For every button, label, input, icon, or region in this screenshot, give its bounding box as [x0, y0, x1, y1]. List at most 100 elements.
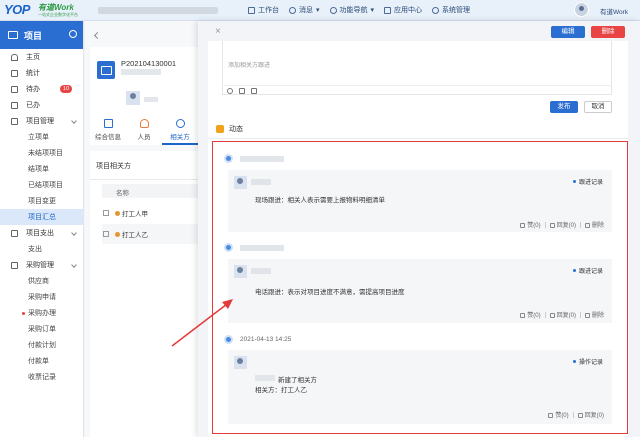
sidebar-item-suppliers[interactable]: 供应商: [0, 273, 83, 289]
nav-app-center[interactable]: 应用中心: [384, 5, 422, 15]
publish-button[interactable]: 发布: [550, 101, 578, 113]
author-avatar: [234, 356, 247, 369]
sidebar-item-expense[interactable]: 支出: [0, 241, 83, 257]
table-row[interactable]: 打工人甲: [102, 203, 198, 223]
logo-tagline: 一站式企业数字化平台: [38, 12, 78, 17]
sidebar-item-purchase-request[interactable]: 采购申请: [0, 289, 83, 305]
cancel-button[interactable]: 取消: [584, 101, 612, 113]
activity-card: 跟进记录 现场跟进：相关人表示需要上报物料明细清单 赞(0) 回复(0) 删除: [228, 170, 612, 232]
sidebar-item-payment-plan[interactable]: 付款计划: [0, 337, 83, 353]
delete-comment-button[interactable]: 删除: [584, 220, 604, 229]
nav-messages[interactable]: 消息 ▾: [289, 5, 320, 15]
reply-button[interactable]: 回复(0): [577, 410, 604, 419]
divider: [90, 179, 198, 180]
sidebar-item-initiation[interactable]: 立项单: [0, 129, 83, 145]
activity-card: 跟进记录 电话跟进：表示对项目进度不满意，需提高项目进度 赞(0) 回复(0) …: [228, 259, 612, 323]
user-avatar[interactable]: [574, 2, 589, 17]
tab-stakeholders[interactable]: 相关方: [162, 119, 198, 145]
delete-button[interactable]: 删除: [591, 26, 625, 38]
comment-toolbar: [222, 85, 612, 95]
status-dot: [573, 360, 576, 363]
sidebar-item-unclosed-projects[interactable]: 未结项项目: [0, 145, 83, 161]
nav-system-management[interactable]: 系统管理: [432, 5, 470, 15]
timeline-dot: [224, 154, 233, 163]
timeline-dot: [224, 243, 233, 252]
trash-icon: [584, 313, 590, 318]
activity-timestamp: 2021-04-13 14:25: [240, 336, 292, 343]
close-icon[interactable]: ×: [215, 26, 221, 37]
like-button[interactable]: 赞(0): [520, 310, 541, 319]
attachment-icon[interactable]: [251, 87, 257, 94]
image-icon[interactable]: [239, 87, 245, 94]
sidebar-item-purchase-orders[interactable]: 采购订单: [0, 321, 83, 337]
sidebar-item-statistics[interactable]: 统计: [0, 65, 83, 81]
sidebar-item-project-change[interactable]: 项目变更: [0, 193, 83, 209]
row-checkbox[interactable]: [103, 231, 109, 237]
todo-count-badge: 10: [60, 85, 73, 93]
comment-placeholder: 添加相关方跟进: [228, 63, 271, 69]
top-nav: 工作台 消息 ▾ 功能导航 ▾ 应用中心 系统管理: [248, 5, 480, 15]
divider: [572, 411, 574, 418]
table-row[interactable]: 打工人乙: [102, 224, 198, 244]
tab-overview[interactable]: 综合信息: [90, 119, 126, 145]
user-name[interactable]: 有道Work: [600, 6, 628, 16]
sidebar-menu: 主页 统计 待办 10 已办 项目管理 立项单 未结项项目 结项单 已结项项目 项…: [0, 49, 83, 385]
like-button[interactable]: 赞(0): [548, 410, 569, 419]
blurred-author: [240, 245, 284, 251]
person-icon: [115, 210, 120, 216]
column-name: 名称: [116, 190, 129, 197]
activity-actions: 赞(0) 回复(0) 删除: [520, 220, 604, 229]
sidebar-group-project-management[interactable]: 项目管理: [0, 113, 83, 129]
tab-members[interactable]: 人员: [126, 119, 162, 145]
grid-icon: [103, 119, 113, 128]
workbench-icon: [248, 6, 255, 14]
back-chevron-icon[interactable]: [93, 31, 102, 40]
grid-icon: [384, 6, 392, 14]
sidebar-item-purchase-processing[interactable]: 采购办理: [0, 305, 83, 321]
activity-actions: 赞(0) 回复(0) 删除: [520, 310, 604, 319]
edit-button[interactable]: 编辑: [551, 26, 585, 38]
divider: [208, 138, 628, 139]
person-icon: [115, 231, 120, 237]
chevron-down-icon: [71, 118, 77, 124]
chart-icon: [11, 69, 18, 77]
sidebar-item-closed-projects[interactable]: 已结项项目: [0, 177, 83, 193]
contact-icon: [175, 119, 185, 128]
gear-icon: [432, 6, 440, 14]
sidebar-item-payment-form[interactable]: 付款单: [0, 353, 83, 369]
sidebar-group-project-expense[interactable]: 项目支出: [0, 225, 83, 241]
stakeholders-section: 项目相关方 名称 打工人甲 打工人乙: [90, 151, 198, 437]
sidebar-group-purchase-management[interactable]: 采购管理: [0, 257, 83, 273]
blurred-actor-name: [255, 375, 275, 381]
activity-header: 动态: [216, 124, 243, 134]
row-checkbox[interactable]: [103, 210, 109, 216]
delete-comment-button[interactable]: 删除: [584, 310, 604, 319]
nav-workbench[interactable]: 工作台: [248, 5, 279, 15]
settings-gear-icon[interactable]: [69, 30, 77, 38]
divider: [544, 221, 546, 228]
author-avatar: [234, 265, 247, 278]
reply-button[interactable]: 回复(0): [549, 220, 576, 229]
sidebar-header: 项目: [0, 21, 83, 49]
reply-icon: [549, 223, 555, 228]
sidebar-item-project-summary[interactable]: 项目汇总: [0, 209, 83, 225]
emoji-icon[interactable]: [227, 87, 233, 94]
sidebar-item-todo[interactable]: 待办 10: [0, 81, 83, 97]
activity-icon: [216, 125, 224, 133]
activity-text-detail: 相关方：打工人乙: [255, 387, 307, 394]
record-type: 跟进记录: [573, 266, 603, 275]
sidebar-item-done[interactable]: 已办: [0, 97, 83, 113]
like-button[interactable]: 赞(0): [520, 220, 541, 229]
app-logo[interactable]: YOP 有道Work 一站式企业数字化平台: [4, 2, 88, 19]
blurred-header-text: [98, 7, 218, 14]
project-file-icon: [97, 61, 115, 79]
trash-icon: [584, 223, 590, 228]
author-avatar: [234, 176, 247, 189]
sidebar-item-closing-form[interactable]: 结项单: [0, 161, 83, 177]
divider: [579, 311, 581, 318]
sidebar-item-home[interactable]: 主页: [0, 49, 83, 65]
sidebar-item-invoice-records[interactable]: 收票记录: [0, 369, 83, 385]
nav-function-navigation[interactable]: 功能导航 ▾: [329, 5, 374, 15]
reply-button[interactable]: 回复(0): [549, 310, 576, 319]
purchase-icon: [11, 261, 18, 269]
